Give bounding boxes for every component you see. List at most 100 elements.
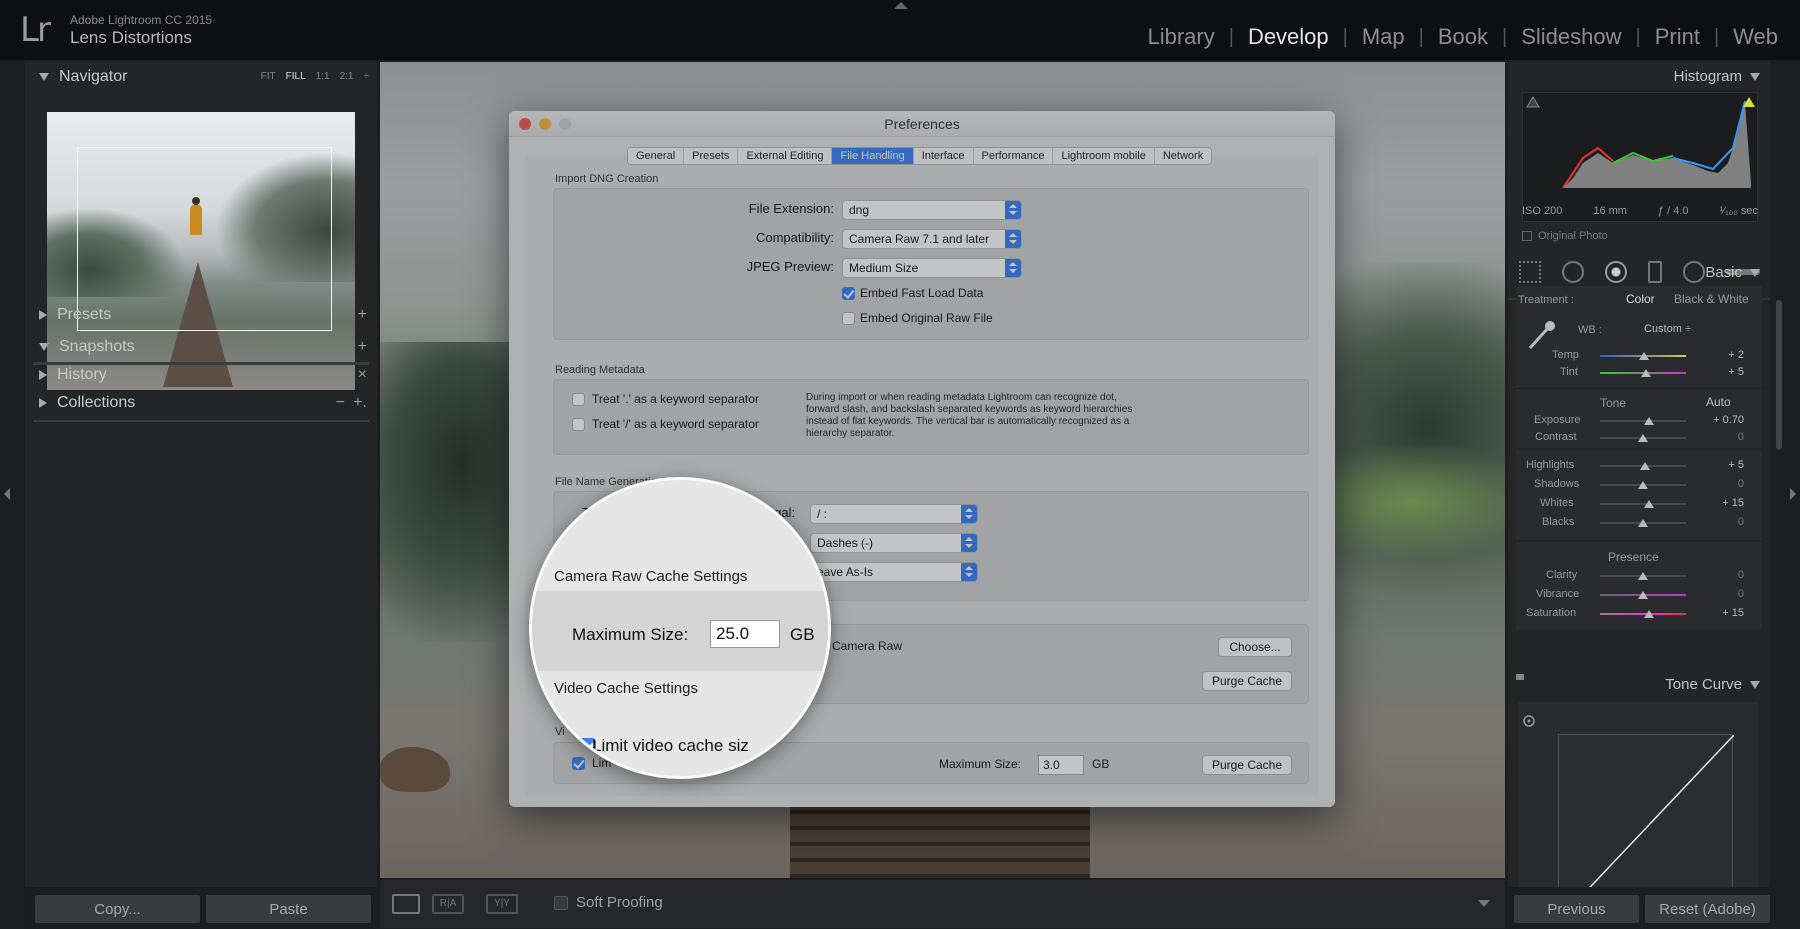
zoom-window-icon[interactable]	[559, 118, 571, 130]
tone-curve-switch-icon[interactable]	[1516, 674, 1524, 680]
purge-camera-raw-cache-button[interactable]: Purge Cache	[1202, 671, 1292, 691]
temp-value[interactable]: + 2	[1728, 349, 1744, 361]
tab-file-handling[interactable]: File Handling	[832, 148, 914, 164]
zoom-stepper-icon[interactable]: ÷	[364, 71, 370, 82]
soft-proofing-checkbox[interactable]	[554, 895, 568, 910]
crop-tool-icon[interactable]	[1518, 261, 1541, 283]
module-slideshow[interactable]: Slideshow	[1507, 24, 1635, 50]
minimize-window-icon[interactable]	[539, 118, 551, 130]
right-panel-toggle-icon[interactable]	[1790, 488, 1796, 500]
blacks-slider-thumb[interactable]	[1638, 519, 1648, 527]
auto-tone-button[interactable]: Auto	[1706, 395, 1731, 409]
targeted-adjustment-icon[interactable]	[1522, 714, 1536, 728]
contrast-slider-thumb[interactable]	[1638, 434, 1648, 442]
embed-fast-load-checkbox[interactable]	[842, 287, 855, 300]
close-window-icon[interactable]	[519, 118, 531, 130]
spaces-select[interactable]: Dashes (-)	[810, 533, 978, 553]
exposure-slider[interactable]	[1600, 420, 1686, 422]
original-photo-checkbox[interactable]	[1522, 231, 1532, 241]
dialog-titlebar[interactable]: Preferences	[509, 111, 1335, 137]
clarity-value[interactable]: 0	[1738, 569, 1744, 581]
tab-general[interactable]: General	[628, 148, 685, 164]
tab-presets[interactable]: Presets	[684, 148, 739, 164]
histogram-graph[interactable]	[1522, 92, 1758, 222]
blacks-value[interactable]: 0	[1738, 516, 1744, 528]
highlights-value[interactable]: + 5	[1728, 459, 1744, 471]
radial-filter-icon[interactable]	[1682, 261, 1705, 283]
choose-button[interactable]: Choose...	[1218, 637, 1292, 657]
module-book[interactable]: Book	[1424, 24, 1502, 50]
tab-external-editing[interactable]: External Editing	[738, 148, 833, 164]
embed-original-raw-checkbox[interactable]	[842, 312, 855, 325]
extension-case-select[interactable]: eave As-Is	[810, 562, 978, 582]
vibrance-value[interactable]: 0	[1738, 588, 1744, 600]
module-web[interactable]: Web	[1719, 24, 1792, 50]
tab-performance[interactable]: Performance	[974, 148, 1054, 164]
module-library[interactable]: Library	[1133, 24, 1228, 50]
toolbar-menu-icon[interactable]	[1478, 900, 1490, 907]
copy-button[interactable]: Copy...	[35, 895, 200, 923]
exposure-value[interactable]: + 0.70	[1713, 414, 1744, 426]
module-print[interactable]: Print	[1641, 24, 1714, 50]
presets-header[interactable]: Presets +	[25, 300, 377, 330]
history-header[interactable]: History ×	[25, 360, 377, 390]
compatibility-select[interactable]: Camera Raw 7.1 and later	[842, 229, 1022, 249]
wb-preset-select[interactable]: Custom ÷	[1644, 323, 1691, 335]
tint-value[interactable]: + 5	[1728, 366, 1744, 378]
tab-interface[interactable]: Interface	[914, 148, 974, 164]
wb-eyedropper-icon[interactable]	[1524, 318, 1558, 352]
file-extension-select[interactable]: dng	[842, 200, 1022, 220]
illegal-chars-select[interactable]: / :	[810, 504, 978, 524]
zoom-2-1[interactable]: 2:1	[340, 71, 354, 82]
add-preset-icon[interactable]: +	[358, 306, 367, 324]
top-panel-toggle-icon[interactable]	[894, 2, 908, 9]
before-after-split-button[interactable]: Y|Y	[486, 894, 518, 914]
shadows-slider-thumb[interactable]	[1638, 481, 1648, 489]
treatment-black-white[interactable]: Black & White	[1674, 292, 1749, 306]
add-snapshot-icon[interactable]: +	[358, 338, 367, 356]
treatment-color[interactable]: Color	[1626, 292, 1655, 306]
camera-raw-max-size-input[interactable]: 25.0	[710, 620, 780, 648]
histogram-header[interactable]: Histogram	[1674, 68, 1760, 85]
before-after-button[interactable]: R|A	[432, 894, 464, 914]
video-max-size-input[interactable]: 3.0	[1038, 755, 1084, 775]
module-develop[interactable]: Develop	[1234, 24, 1343, 50]
whites-value[interactable]: + 15	[1722, 497, 1744, 509]
original-photo-toggle[interactable]: Original Photo	[1522, 230, 1608, 242]
temp-slider-thumb[interactable]	[1639, 352, 1649, 360]
reset-button[interactable]: Reset (Adobe)	[1645, 895, 1770, 923]
remove-collection-icon[interactable]: −	[336, 394, 345, 412]
saturation-value[interactable]: + 15	[1722, 607, 1744, 619]
contrast-value[interactable]: 0	[1738, 431, 1744, 443]
soft-proofing-toggle[interactable]: Soft Proofing	[554, 894, 663, 911]
paste-button[interactable]: Paste	[206, 895, 371, 923]
module-map[interactable]: Map	[1348, 24, 1419, 50]
graduated-filter-icon[interactable]	[1647, 261, 1662, 283]
jpeg-preview-select[interactable]: Medium Size	[842, 258, 1022, 278]
saturation-slider-thumb[interactable]	[1644, 610, 1654, 618]
snapshots-header[interactable]: Snapshots +	[25, 332, 377, 362]
clear-history-icon[interactable]: ×	[358, 366, 367, 384]
clarity-slider-thumb[interactable]	[1638, 572, 1648, 580]
red-eye-icon[interactable]	[1604, 261, 1627, 283]
basic-header[interactable]: Basic	[1705, 264, 1760, 281]
right-panel-scrollbar[interactable]	[1776, 300, 1782, 450]
saturation-slider[interactable]	[1600, 613, 1686, 615]
add-collection-icon[interactable]: +.	[353, 394, 367, 412]
zoom-1-1[interactable]: 1:1	[316, 71, 330, 82]
highlights-slider-thumb[interactable]	[1640, 462, 1650, 470]
tab-lightroom-mobile[interactable]: Lightroom mobile	[1053, 148, 1155, 164]
shadows-value[interactable]: 0	[1738, 478, 1744, 490]
spot-removal-icon[interactable]	[1561, 261, 1584, 283]
tone-curve-header[interactable]: Tone Curve	[1665, 676, 1760, 693]
tab-network[interactable]: Network	[1155, 148, 1211, 164]
limit-video-cache-checkbox[interactable]	[572, 757, 585, 770]
tint-slider-thumb[interactable]	[1641, 369, 1651, 377]
collections-header[interactable]: Collections − +.	[25, 388, 377, 418]
zoom-fit[interactable]: FIT	[261, 71, 276, 82]
exposure-slider-thumb[interactable]	[1644, 417, 1654, 425]
whites-slider-thumb[interactable]	[1644, 500, 1654, 508]
treat-dot-checkbox[interactable]	[572, 393, 585, 406]
previous-button[interactable]: Previous	[1514, 895, 1639, 923]
zoom-fill[interactable]: FILL	[286, 71, 306, 82]
